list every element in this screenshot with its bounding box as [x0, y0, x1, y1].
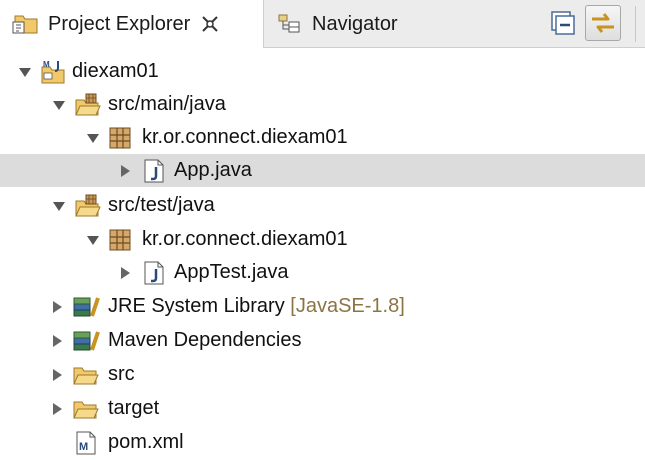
maven-project-icon: M — [41, 60, 65, 83]
navigator-icon — [278, 14, 300, 33]
expanded-arrow-icon[interactable] — [86, 233, 100, 247]
library-icon — [73, 296, 100, 317]
tree-item-package[interactable]: kr.or.connect.diexam01 — [0, 223, 645, 256]
svg-text:M: M — [43, 60, 50, 69]
java-file-icon — [144, 159, 164, 182]
folder-icon — [73, 367, 99, 384]
folder-icon — [73, 401, 99, 418]
tree-item-label: kr.or.connect.diexam01 — [142, 228, 348, 250]
tree-item-folder[interactable]: src — [0, 358, 645, 391]
tree-item-label: src — [108, 363, 135, 385]
tree-item-label: App.java — [174, 159, 252, 181]
collapsed-arrow-icon[interactable] — [50, 300, 64, 314]
collapsed-arrow-icon[interactable] — [50, 334, 64, 348]
pom-file-icon: M — [76, 431, 96, 454]
tree-item-label: diexam01 — [72, 60, 159, 82]
expanded-arrow-icon[interactable] — [86, 131, 100, 145]
source-folder-icon — [75, 93, 101, 115]
tab-project-explorer[interactable]: Project Explorer — [0, 0, 264, 48]
collapsed-arrow-icon[interactable] — [118, 164, 132, 178]
tree-item-label: JRE System Library — [108, 295, 285, 317]
expanded-arrow-icon[interactable] — [52, 98, 66, 112]
tree-item-source-folder[interactable]: src/main/java — [0, 88, 645, 121]
collapsed-arrow-icon[interactable] — [50, 368, 64, 382]
view-tab-bar: Project Explorer Navigator — [0, 0, 645, 48]
collapsed-arrow-icon[interactable] — [50, 402, 64, 416]
tree-item-library[interactable]: Maven Dependencies — [0, 324, 645, 357]
project-explorer-icon — [12, 15, 38, 34]
tree-item-label: src/test/java — [108, 194, 215, 216]
link-with-editor-button[interactable] — [585, 5, 621, 41]
tree-item-label: pom.xml — [108, 431, 184, 453]
link-with-editor-icon — [592, 13, 614, 33]
collapse-all-button[interactable] — [548, 8, 578, 38]
library-icon — [73, 330, 100, 351]
toolbar-separator — [635, 6, 636, 42]
tab-navigator[interactable]: Navigator — [270, 0, 440, 48]
tree-item-package[interactable]: kr.or.connect.diexam01 — [0, 121, 645, 154]
library-version-decoration: [JavaSE-1.8] — [290, 295, 405, 317]
close-icon[interactable] — [200, 14, 220, 34]
source-folder-icon — [75, 194, 101, 216]
tree-item-label: target — [108, 397, 160, 419]
tree-item-source-folder[interactable]: src/test/java — [0, 189, 645, 222]
tree-item-java-file[interactable]: AppTest.java — [0, 256, 645, 289]
tab-label: Navigator — [312, 12, 398, 35]
package-icon — [109, 229, 131, 250]
collapsed-arrow-icon[interactable] — [118, 266, 132, 280]
svg-text:M: M — [79, 441, 88, 453]
tree-item-label: AppTest.java — [174, 261, 289, 283]
package-icon — [109, 127, 131, 148]
tree-item-label: src/main/java — [108, 93, 226, 115]
tab-label: Project Explorer — [48, 12, 191, 35]
java-file-icon — [144, 261, 164, 284]
tree-item-pom-file[interactable]: M pom.xml — [0, 426, 645, 459]
tree-item-label: Maven Dependencies — [108, 329, 302, 351]
tree-item-library[interactable]: JRE System Library [JavaSE-1.8] — [0, 290, 645, 323]
tree-item-label: kr.or.connect.diexam01 — [142, 126, 348, 148]
tree-item-project[interactable]: M diexam01 — [0, 55, 645, 88]
expanded-arrow-icon[interactable] — [18, 65, 32, 79]
tree-item-folder[interactable]: target — [0, 392, 645, 425]
expanded-arrow-icon[interactable] — [52, 199, 66, 213]
collapse-all-icon — [551, 11, 575, 35]
tree-item-java-file[interactable]: App.java — [0, 154, 645, 187]
